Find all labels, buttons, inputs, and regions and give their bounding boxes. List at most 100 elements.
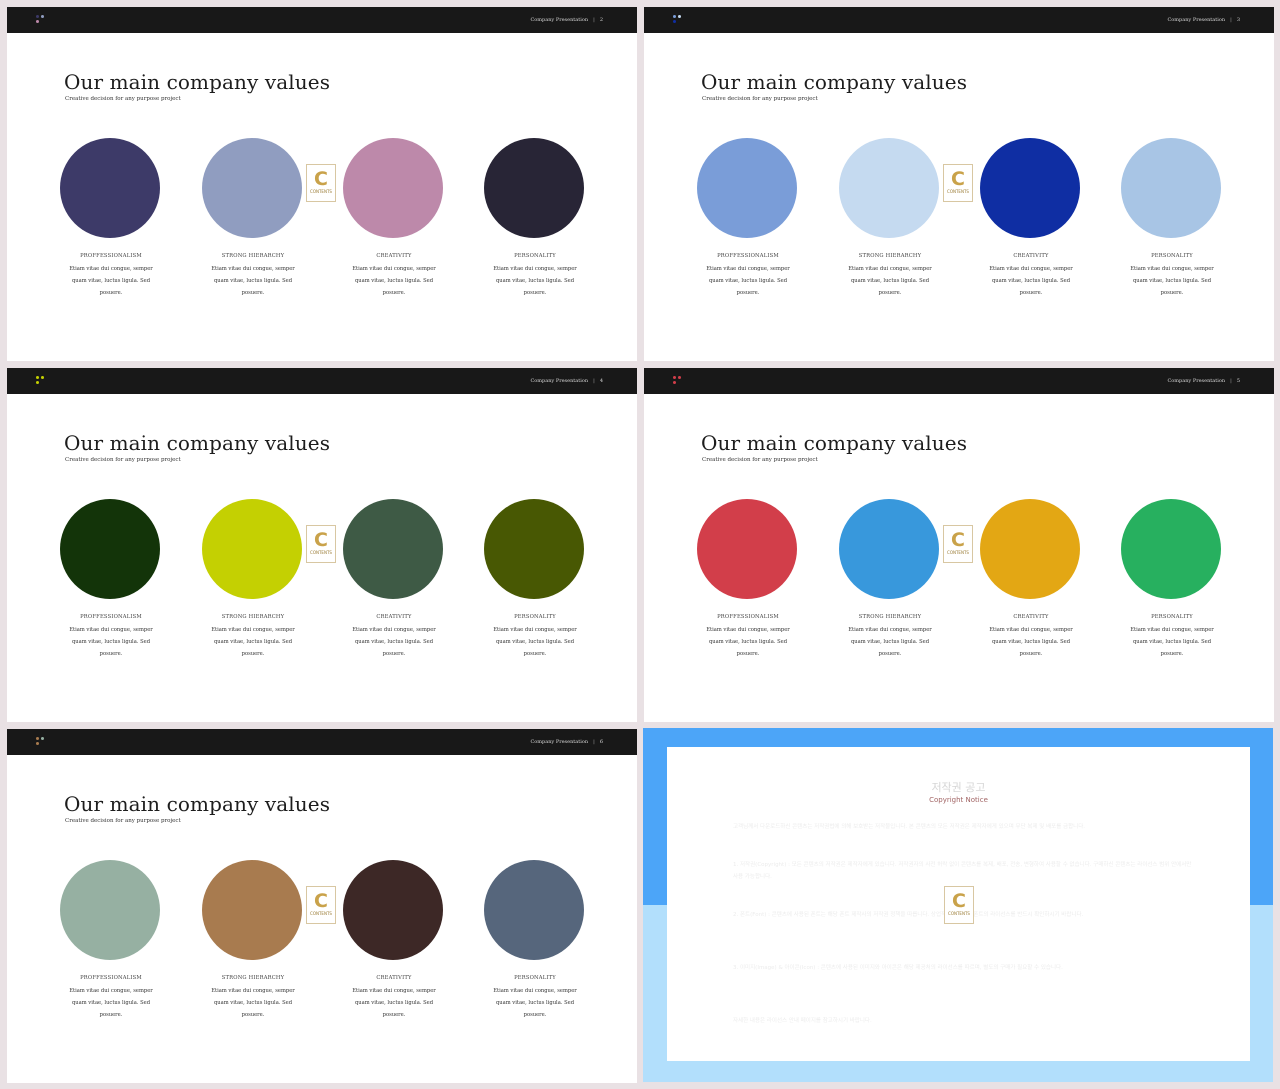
value-label: CREATIVITY [1013, 253, 1049, 259]
value-label: STRONG HIERARCHY [221, 614, 285, 620]
value-circle-personality [1121, 499, 1221, 599]
value-text-hierarchy: STRONG HIERARCHY Etiam vitae dui congue, … [203, 614, 303, 660]
value-circle-personality [1121, 138, 1221, 238]
value-circle-personality [484, 860, 584, 960]
value-text-hierarchy: STRONG HIERARCHY Etiam vitae dui congue, … [840, 614, 940, 660]
watermark-letter: C [951, 529, 965, 551]
value-body: Etiam vitae dui congue, semper quam vita… [848, 627, 932, 657]
logo-dots-icon [673, 376, 683, 386]
watermark-text: CONTENTS [947, 189, 969, 194]
value-circle-professionalism [60, 499, 160, 599]
value-text-personality: PERSONALITY Etiam vitae dui congue, sempe… [1122, 253, 1222, 299]
value-text-personality: PERSONALITY Etiam vitae dui congue, sempe… [485, 253, 585, 299]
value-text-hierarchy: STRONG HIERARCHY Etiam vitae dui congue, … [840, 253, 940, 299]
slide-top-bar: Company Presentation | 6 [7, 729, 637, 755]
page-title: Our main company values [64, 70, 331, 94]
watermark-letter: C [951, 168, 965, 190]
slide-page-6[interactable]: Company Presentation | 6 Our main company … [7, 729, 637, 1083]
value-circle-hierarchy [202, 499, 302, 599]
value-label: PERSONALITY [1151, 253, 1193, 259]
value-body: Etiam vitae dui congue, semper quam vita… [69, 627, 153, 657]
header-label: Company Presentation [1167, 17, 1226, 23]
value-body: Etiam vitae dui congue, semper quam vita… [211, 988, 295, 1018]
value-label: PROFFESSIONALISM [80, 614, 142, 620]
page-number: 4 [599, 378, 603, 384]
logo-dots-icon [36, 376, 46, 386]
slide-page-4[interactable]: Company Presentation | 4 Our main company … [7, 368, 637, 722]
slide-top-bar: Company Presentation | 2 [7, 7, 637, 33]
value-circle-creativity [980, 138, 1080, 238]
value-label: PROFFESSIONALISM [717, 614, 779, 620]
notice-subtitle: Copyright Notice [929, 796, 988, 804]
slide-header-text: Company Presentation | 6 [530, 739, 603, 745]
value-label: STRONG HIERARCHY [858, 253, 922, 259]
slide-page-5[interactable]: Company Presentation | 5 Our main company … [644, 368, 1274, 722]
page-subtitle: Creative decision for any purpose projec… [702, 457, 818, 463]
watermark-letter: C [314, 168, 328, 190]
value-text-professionalism: PROFFESSIONALISM Etiam vitae dui congue, … [698, 253, 798, 299]
value-text-professionalism: PROFFESSIONALISM Etiam vitae dui congue, … [61, 614, 161, 660]
value-circle-hierarchy [202, 138, 302, 238]
value-label: PROFFESSIONALISM [80, 975, 142, 981]
value-circle-professionalism [697, 138, 797, 238]
value-label: PERSONALITY [1151, 614, 1193, 620]
watermark-letter: C [952, 890, 966, 912]
value-body: Etiam vitae dui congue, semper quam vita… [848, 266, 932, 296]
watermark-text: CONTENTS [310, 911, 332, 916]
slide-page-3[interactable]: Company Presentation | 3 Our main company … [644, 7, 1274, 361]
slide-page-2[interactable]: Company Presentation | 2 Our main company … [7, 7, 637, 361]
value-body: Etiam vitae dui congue, semper quam vita… [989, 627, 1073, 657]
value-body: Etiam vitae dui congue, semper quam vita… [352, 266, 436, 296]
value-text-hierarchy: STRONG HIERARCHY Etiam vitae dui congue, … [203, 253, 303, 299]
notice-paragraph: 고객님께서 다운로드하신 콘텐츠는 저작권법에 의해 보호받는 저작물입니다. … [733, 824, 1086, 830]
value-body: Etiam vitae dui congue, semper quam vita… [1130, 266, 1214, 296]
value-circle-hierarchy [839, 138, 939, 238]
value-text-personality: PERSONALITY Etiam vitae dui congue, sempe… [485, 975, 585, 1021]
page-title: Our main company values [64, 431, 331, 455]
notice-card: 저작권 공고 Copyright Notice 고객님께서 다운로드하신 콘텐츠… [667, 747, 1250, 1061]
page-subtitle: Creative decision for any purpose projec… [65, 96, 181, 102]
slide-header-text: Company Presentation | 4 [530, 378, 603, 384]
value-body: Etiam vitae dui congue, semper quam vita… [493, 988, 577, 1018]
watermark-letter: C [314, 890, 328, 912]
watermark-logo: C CONTENTS [306, 525, 336, 563]
value-text-creativity: CREATIVITY Etiam vitae dui congue, semper… [344, 253, 444, 299]
slide-header-text: Company Presentation | 2 [530, 17, 603, 23]
value-label: STRONG HIERARCHY [221, 975, 285, 981]
value-body: Etiam vitae dui congue, semper quam vita… [706, 627, 790, 657]
value-text-professionalism: PROFFESSIONALISM Etiam vitae dui congue, … [61, 253, 161, 299]
page-subtitle: Creative decision for any purpose projec… [702, 96, 818, 102]
value-label: PERSONALITY [514, 253, 556, 259]
value-circle-creativity [343, 499, 443, 599]
value-body: Etiam vitae dui congue, semper quam vita… [352, 627, 436, 657]
value-body: Etiam vitae dui congue, semper quam vita… [1130, 627, 1214, 657]
logo-dots-icon [36, 15, 46, 25]
watermark-text: CONTENTS [948, 911, 970, 916]
value-text-professionalism: PROFFESSIONALISM Etiam vitae dui congue, … [61, 975, 161, 1021]
value-circle-personality [484, 499, 584, 599]
page-number: 5 [1236, 378, 1240, 384]
value-label: STRONG HIERARCHY [858, 614, 922, 620]
value-circle-hierarchy [202, 860, 302, 960]
value-circle-professionalism [60, 138, 160, 238]
slide-top-bar: Company Presentation | 4 [7, 368, 637, 394]
slide-top-bar: Company Presentation | 5 [644, 368, 1274, 394]
value-text-hierarchy: STRONG HIERARCHY Etiam vitae dui congue, … [203, 975, 303, 1021]
watermark-text: CONTENTS [310, 550, 332, 555]
value-circle-personality [484, 138, 584, 238]
value-circle-professionalism [697, 499, 797, 599]
value-body: Etiam vitae dui congue, semper quam vita… [211, 627, 295, 657]
copyright-notice-slide[interactable]: 저작권 공고 Copyright Notice 고객님께서 다운로드하신 콘텐츠… [643, 728, 1273, 1082]
value-label: CREATIVITY [376, 975, 412, 981]
value-label: STRONG HIERARCHY [221, 253, 285, 259]
value-text-personality: PERSONALITY Etiam vitae dui congue, sempe… [1122, 614, 1222, 660]
page-number: 2 [599, 17, 603, 23]
value-label: PERSONALITY [514, 614, 556, 620]
watermark-text: CONTENTS [947, 550, 969, 555]
value-circle-creativity [980, 499, 1080, 599]
value-body: Etiam vitae dui congue, semper quam vita… [69, 266, 153, 296]
watermark-text: CONTENTS [310, 189, 332, 194]
value-text-creativity: CREATIVITY Etiam vitae dui congue, semper… [981, 253, 1081, 299]
slide-header-text: Company Presentation | 3 [1167, 17, 1240, 23]
value-text-personality: PERSONALITY Etiam vitae dui congue, sempe… [485, 614, 585, 660]
